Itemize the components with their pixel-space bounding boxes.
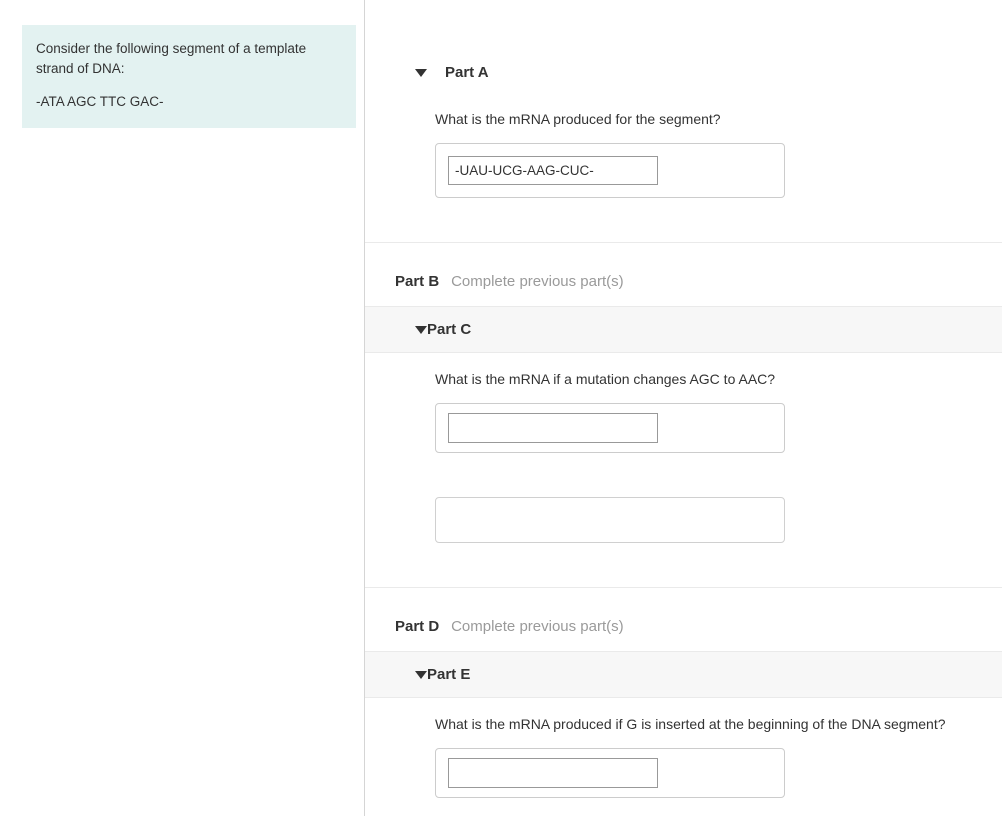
part-e-body: What is the mRNA produced if G is insert… xyxy=(365,698,1002,816)
part-c-answer-container xyxy=(435,403,785,453)
answer-panel: Part A What is the mRNA produced for the… xyxy=(365,0,1002,816)
part-e-question: What is the mRNA produced if G is insert… xyxy=(435,716,972,732)
prompt-box: Consider the following segment of a temp… xyxy=(22,25,356,128)
part-c-answer-input[interactable] xyxy=(448,413,658,443)
part-a-answer-input[interactable] xyxy=(448,156,658,185)
part-c-header[interactable]: Part C xyxy=(365,306,1002,353)
part-a-label: Part A xyxy=(445,64,489,81)
part-c-body: What is the mRNA if a mutation changes A… xyxy=(365,353,1002,561)
part-a-answer-container xyxy=(435,143,785,198)
question-prompt-panel: Consider the following segment of a temp… xyxy=(0,0,365,816)
part-c-label: Part C xyxy=(427,321,471,338)
part-a-header[interactable]: Part A xyxy=(365,40,1002,93)
part-e-answer-input[interactable] xyxy=(448,758,658,788)
part-e-answer-container xyxy=(435,748,785,798)
prompt-sequence: -ATA AGC TTC GAC- xyxy=(36,92,342,112)
part-b-locked-row: Part B Complete previous part(s) xyxy=(365,242,1002,300)
part-c-feedback-box xyxy=(435,497,785,543)
part-d-locked-msg: Complete previous part(s) xyxy=(451,618,624,635)
part-d-label: Part D xyxy=(395,618,439,635)
caret-down-icon xyxy=(415,326,427,334)
part-b-locked-msg: Complete previous part(s) xyxy=(451,273,624,290)
part-d-locked-row: Part D Complete previous part(s) xyxy=(365,587,1002,645)
part-a-body: What is the mRNA produced for the segmen… xyxy=(365,93,1002,216)
part-a-question: What is the mRNA produced for the segmen… xyxy=(435,111,972,127)
part-c-question: What is the mRNA if a mutation changes A… xyxy=(435,371,972,387)
part-e-label: Part E xyxy=(427,666,470,683)
caret-down-icon xyxy=(415,69,427,77)
part-b-label: Part B xyxy=(395,273,439,290)
prompt-intro: Consider the following segment of a temp… xyxy=(36,39,342,78)
part-e-header[interactable]: Part E xyxy=(365,651,1002,698)
caret-down-icon xyxy=(415,671,427,679)
